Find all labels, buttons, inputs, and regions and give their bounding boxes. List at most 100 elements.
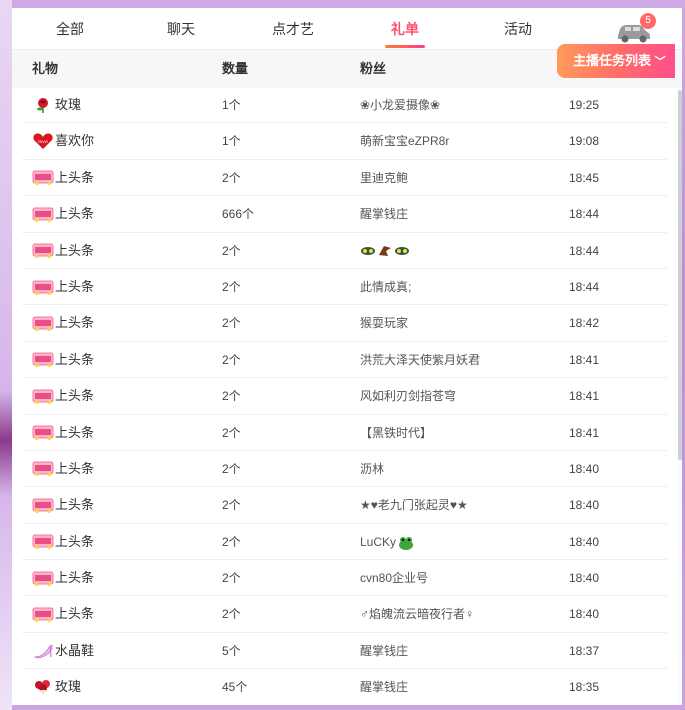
gift-name: 上头条	[55, 460, 95, 476]
quantity-cell: 2个	[222, 279, 241, 294]
fan-cell[interactable]: 醒掌钱庄	[360, 196, 408, 232]
time-cell: 18:37	[569, 643, 600, 658]
fan-name: 醒掌钱庄	[360, 207, 409, 222]
gift-name: 上头条	[55, 606, 95, 622]
headline-icon	[32, 170, 55, 186]
fan-cell[interactable]: 醒掌钱庄	[360, 633, 408, 669]
tab-gift-list[interactable]: 礼单	[375, 8, 435, 50]
fan-cell[interactable]: ❀小龙爱摄像❀	[360, 87, 440, 123]
table-row: 玫瑰 1个 ❀小龙爱摄像❀ 19:25	[22, 87, 667, 124]
headline-icon	[32, 352, 55, 368]
gift-table-body: 玫瑰 1个 ❀小龙爱摄像❀ 19:25 love 喜欢你 1个 萌新宝宝eZPR8r 19:08…	[22, 87, 667, 705]
gift-name: 上头条	[55, 242, 95, 258]
headline-icon	[32, 570, 55, 586]
active-tab-underline	[385, 45, 425, 48]
fan-name: ♂焰魄流云暗夜行者♀	[360, 607, 475, 622]
fan-cell[interactable]: 沥林	[360, 451, 384, 487]
time-cell: 18:40	[569, 571, 600, 586]
gift-name: 上头条	[55, 424, 95, 440]
gift-cell: 上头条	[32, 305, 94, 341]
fan-name: 洪荒大泽天使紫月妖君	[360, 352, 481, 367]
fan-name: 萌新宝宝eZPR8r	[360, 134, 450, 149]
fan-cell[interactable]: 此情成真;	[360, 269, 411, 305]
quantity-cell: 45个	[222, 680, 248, 695]
fan-cell[interactable]: ♂焰魄流云暗夜行者♀	[360, 596, 474, 632]
gift-cell: 上头条	[32, 596, 94, 632]
fan-cell[interactable]: 醒掌钱庄	[360, 669, 408, 705]
time-cell: 18:40	[569, 498, 600, 513]
gift-name: 玫瑰	[55, 679, 82, 695]
quantity-cell: 2个	[222, 498, 241, 513]
quantity-cell: 2个	[222, 607, 241, 622]
fan-cell[interactable]: ★♥老九门张起灵♥★	[360, 487, 468, 523]
fan-name: 醒掌钱庄	[360, 643, 409, 658]
time-cell: 18:45	[569, 170, 600, 185]
fan-cell[interactable]	[360, 233, 410, 269]
table-row: 上头条 2个 【黑铁时代】 18:41	[22, 415, 667, 451]
table-row: love 喜欢你 1个 萌新宝宝eZPR8r 19:08	[22, 123, 667, 160]
gift-name: 上头条	[55, 206, 95, 222]
table-row: 上头条 2个 ♂焰魄流云暗夜行者♀ 18:40	[22, 596, 667, 633]
gift-cell: 上头条	[32, 269, 94, 305]
time-cell: 18:40	[569, 461, 600, 476]
time-cell: 19:08	[569, 134, 600, 149]
gift-name: 水晶鞋	[55, 642, 95, 658]
table-row: 上头条 666个 醒掌钱庄 18:44	[22, 196, 667, 233]
tab-gift-list-label: 礼单	[391, 21, 419, 37]
time-cell: 18:40	[569, 534, 600, 549]
gift-cell: 上头条	[32, 378, 94, 414]
fan-cell[interactable]: LuCKy	[360, 524, 414, 560]
fan-name: 里迪克鲍	[360, 170, 409, 185]
tab-chat[interactable]: 聊天	[151, 8, 211, 50]
gift-cell: 上头条	[32, 342, 94, 378]
gift-name: 上头条	[55, 497, 95, 513]
scrollbar-thumb[interactable]	[678, 90, 682, 460]
frog-icon	[399, 536, 414, 550]
fan-cell[interactable]: 里迪克鲍	[360, 160, 408, 196]
rose-bouquet-icon	[32, 679, 55, 695]
tab-all[interactable]: 全部	[40, 8, 100, 50]
time-cell: 18:41	[569, 352, 600, 367]
gift-name: 上头条	[55, 315, 95, 331]
gift-cell: 上头条	[32, 451, 94, 487]
tab-talent[interactable]: 点才艺	[263, 8, 323, 50]
car-count-badge: 5	[640, 13, 656, 29]
gift-cell: 上头条	[32, 233, 94, 269]
fan-cell[interactable]: 风如利刃剑指苍穹	[360, 378, 456, 414]
fan-cell[interactable]: 萌新宝宝eZPR8r	[360, 123, 449, 159]
time-cell: 18:42	[569, 316, 600, 331]
fan-cell[interactable]: cvn80企业号	[360, 560, 428, 596]
headline-icon	[32, 388, 55, 404]
quantity-cell: 2个	[222, 461, 241, 476]
quantity-cell: 2个	[222, 352, 241, 367]
time-cell: 19:25	[569, 98, 600, 112]
background-strip	[0, 0, 12, 710]
quantity-cell: 2个	[222, 170, 241, 185]
column-quantity: 数量	[222, 61, 249, 76]
headline-icon	[32, 606, 55, 623]
gift-name: 玫瑰	[55, 97, 82, 112]
gift-cell: 上头条	[32, 160, 94, 196]
fan-cell[interactable]: 【黑铁时代】	[360, 415, 432, 451]
table-row: 水晶鞋 5个 醒掌钱庄 18:37	[22, 633, 667, 670]
emoji-nickname-icon	[361, 246, 409, 257]
table-row: 上头条 2个 cvn80企业号 18:40	[22, 560, 667, 597]
fan-name: 【黑铁时代】	[360, 425, 433, 440]
gift-name: 上头条	[55, 278, 95, 294]
fan-cell[interactable]: 洪荒大泽天使紫月妖君	[360, 342, 480, 378]
headline-icon	[32, 461, 55, 477]
time-cell: 18:40	[569, 607, 600, 622]
gift-cell: 上头条	[32, 487, 94, 523]
fan-cell[interactable]: 猴耍玩家	[360, 305, 408, 341]
gift-list-panel: 全部 聊天 点才艺 礼单 活动 5 礼物 数量 粉丝 玫瑰 1个 ❀小龙爱摄像❀ 19…	[12, 8, 682, 705]
quantity-cell: 2个	[222, 316, 241, 331]
gift-cell: 上头条	[32, 415, 94, 451]
gift-cell: 上头条	[32, 524, 94, 560]
anchor-task-list-button[interactable]: 主播任务列表 ﹀	[557, 44, 675, 78]
table-row: 上头条 2个 此情成真; 18:44	[22, 269, 667, 306]
tab-activity[interactable]: 活动	[488, 8, 548, 50]
fan-name: ★♥老九门张起灵♥★	[360, 498, 468, 513]
svg-text:love: love	[38, 139, 48, 145]
quantity-cell: 666个	[222, 207, 255, 222]
gift-name: 上头条	[55, 388, 95, 404]
